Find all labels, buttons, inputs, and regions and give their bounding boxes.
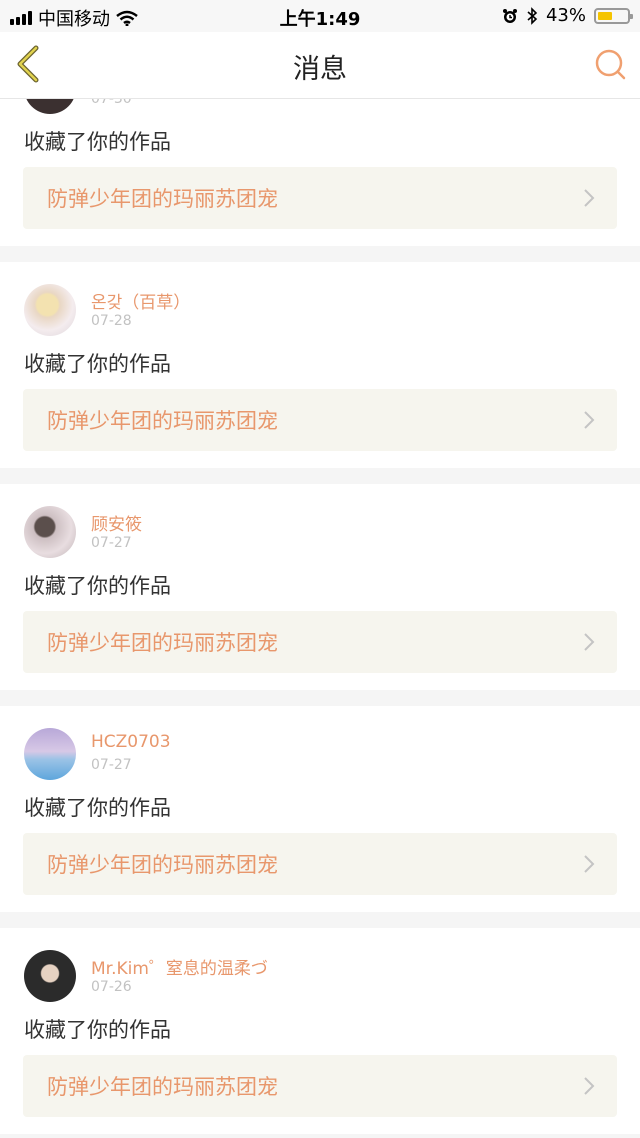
action-text: 收藏了你的作品 (24, 796, 171, 820)
message-date: 07-27 (91, 757, 132, 773)
avatar[interactable] (24, 728, 76, 780)
action-text: 收藏了你的作品 (24, 1018, 171, 1042)
chevron-right-icon (584, 411, 595, 429)
message-list[interactable]: 07-30 收藏了你的作品 防弹少年团的玛丽苏团宠 온갖（百草） 07-28 收… (0, 0, 640, 1138)
message-card: 顾安筱 07-27 收藏了你的作品 防弹少年团的玛丽苏团宠 (0, 484, 640, 690)
work-link[interactable]: 防弹少年团的玛丽苏团宠 (23, 1055, 617, 1117)
work-title: 防弹少年团的玛丽苏团宠 (47, 853, 278, 877)
work-link[interactable]: 防弹少年团的玛丽苏团宠 (23, 167, 617, 229)
message-card: HCZ0703 07-27 收藏了你的作品 防弹少年团的玛丽苏团宠 (0, 706, 640, 912)
avatar[interactable] (24, 950, 76, 1002)
message-date: 07-27 (91, 535, 132, 551)
user-name[interactable]: 온갖（百草） (91, 288, 190, 313)
page-title: 消息 (293, 54, 347, 85)
work-title: 防弹少年团的玛丽苏团宠 (47, 409, 278, 433)
message-card: 온갖（百草） 07-28 收藏了你的作品 防弹少年团的玛丽苏团宠 (0, 262, 640, 468)
avatar[interactable] (24, 284, 76, 336)
work-link[interactable]: 防弹少年团的玛丽苏团宠 (23, 833, 617, 895)
action-text: 收藏了你的作品 (24, 352, 171, 376)
work-title: 防弹少年团的玛丽苏团宠 (47, 631, 278, 655)
work-title: 防弹少年团的玛丽苏团宠 (47, 1075, 278, 1099)
message-date: 07-26 (91, 979, 132, 995)
chevron-right-icon (584, 1077, 595, 1095)
message-date: 07-28 (91, 313, 132, 329)
chevron-right-icon (584, 633, 595, 651)
avatar[interactable] (24, 506, 76, 558)
nav-bar: 消息 (0, 32, 640, 99)
message-card: Mr.Kim゜窒息的温柔づ 07-26 收藏了你的作品 防弹少年团的玛丽苏团宠 (0, 928, 640, 1134)
chevron-right-icon (584, 189, 595, 207)
chevron-right-icon (584, 855, 595, 873)
action-text: 收藏了你的作品 (24, 130, 171, 154)
user-name[interactable]: Mr.Kim゜窒息的温柔づ (91, 954, 268, 979)
action-text: 收藏了你的作品 (24, 574, 171, 598)
user-name[interactable]: 顾安筱 (91, 510, 142, 535)
work-title: 防弹少年团的玛丽苏团宠 (47, 187, 278, 211)
user-name[interactable]: HCZ0703 (91, 732, 171, 752)
search-icon[interactable] (592, 46, 628, 82)
work-link[interactable]: 防弹少年团的玛丽苏团宠 (23, 389, 617, 451)
work-link[interactable]: 防弹少年团的玛丽苏团宠 (23, 611, 617, 673)
